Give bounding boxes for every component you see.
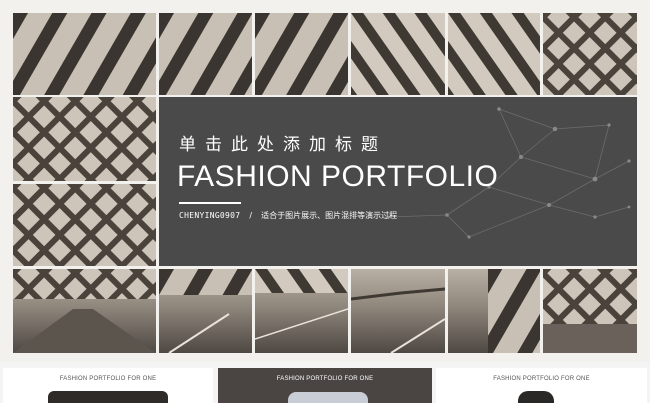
photo-tile xyxy=(159,13,252,95)
subtitle[interactable]: CHENYING0907 / 适合于图片展示、图片混排等演示过程 xyxy=(179,210,397,221)
thumbnail-photo xyxy=(518,391,554,403)
slide-thumbnail[interactable]: FASHION PORTFOLIO FOR ONE xyxy=(436,368,647,403)
photo-tile xyxy=(543,13,637,95)
photo-tile xyxy=(13,269,156,353)
photo-tile xyxy=(255,269,348,353)
photo-tile xyxy=(13,97,156,181)
photo-tile xyxy=(13,184,156,266)
thumbnail-photo xyxy=(48,391,168,403)
photo-tile xyxy=(13,13,156,95)
thumbnail-label: FASHION PORTFOLIO FOR ONE xyxy=(276,376,374,382)
photo-tile xyxy=(448,269,540,353)
slide: 单击此处添加标题 FASHION PORTFOLIO CHENYING0907 /… xyxy=(0,0,650,362)
slide-title-english[interactable]: FASHION PORTFOLIO xyxy=(177,160,498,194)
slide-thumbnail[interactable]: FASHION PORTFOLIO FOR ONE xyxy=(3,368,213,403)
thumbnail-label: FASHION PORTFOLIO FOR ONE xyxy=(59,376,157,382)
thumbnail-photo xyxy=(288,392,368,403)
photo-tile xyxy=(159,269,252,353)
slide-title-chinese[interactable]: 单击此处添加标题 xyxy=(179,130,387,155)
subtitle-description: 适合于图片展示、图片混排等演示过程 xyxy=(261,211,398,220)
subtitle-code: CHENYING0907 xyxy=(179,211,241,220)
slide-thumbnail[interactable]: FASHION PORTFOLIO FOR ONE xyxy=(218,368,432,403)
photo-tile xyxy=(255,13,348,95)
title-panel: 单击此处添加标题 FASHION PORTFOLIO CHENYING0907 /… xyxy=(159,97,637,266)
title-divider xyxy=(179,202,241,204)
subtitle-separator: / xyxy=(249,211,253,220)
thumbnail-label: FASHION PORTFOLIO FOR ONE xyxy=(493,376,590,382)
slide-thumbnail-strip: FASHION PORTFOLIO FOR ONE FASHION PORTFO… xyxy=(0,362,650,403)
photo-tile xyxy=(351,13,445,95)
photo-tile xyxy=(351,269,445,353)
photo-tile xyxy=(543,269,637,353)
photo-tile xyxy=(448,13,540,95)
